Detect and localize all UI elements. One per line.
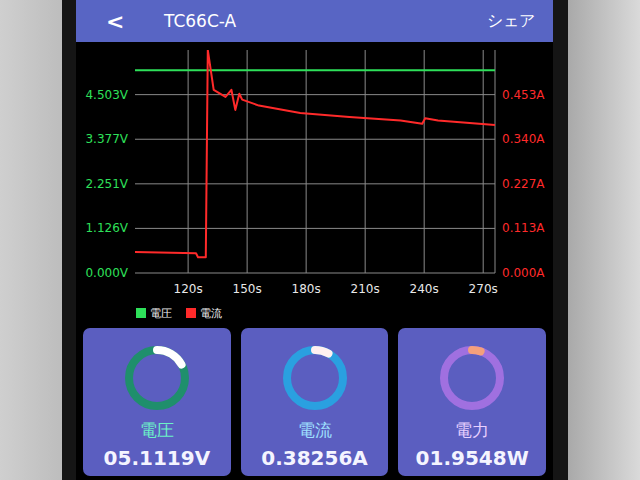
ring-gauge-icon [434, 340, 510, 416]
left-axis-tick: 3.377V [85, 132, 128, 146]
reading-label: 電圧 [140, 420, 174, 440]
grid-line [495, 50, 496, 273]
left-axis-tick: 0.000V [85, 266, 128, 280]
phone-bezel: < TC66C-Aシェア 4.503V 3.377V 2.251V 1.126V 0.000… [62, 0, 568, 480]
legend-label: 電圧 [150, 306, 172, 321]
x-axis-tick: 270s [469, 282, 498, 296]
grid-line [424, 50, 425, 273]
left-axis-tick: 1.126V [85, 221, 128, 235]
reading-value: 0.38256A [261, 446, 368, 470]
chart-legend: 電圧 電流 [76, 300, 553, 326]
grid-line [247, 50, 248, 273]
right-axis-tick: 0.113A [502, 221, 545, 235]
app-header: < TC66C-Aシェア [76, 0, 553, 42]
back-button[interactable]: < [106, 9, 146, 34]
reading-cards: 電圧 05.1119V 電流 0.38256A 電力 01.9548W [76, 326, 553, 480]
x-axis-tick: 120s [174, 282, 203, 296]
reading-value: 01.9548W [416, 446, 529, 470]
right-axis-tick: 0.340A [502, 132, 545, 146]
photo-background: < TC66C-Aシェア 4.503V 3.377V 2.251V 1.126V 0.000… [0, 0, 640, 480]
reading-value: 05.1119V [104, 446, 211, 470]
line-chart: 4.503V 3.377V 2.251V 1.126V 0.000V 0.453A 0.34… [76, 42, 553, 300]
series-line [135, 50, 495, 257]
legend-item: 電圧 [136, 306, 172, 321]
x-axis-tick: 240s [410, 282, 439, 296]
reading-card: 電流 0.38256A [241, 328, 389, 476]
grid-line [306, 50, 307, 273]
reading-card: 電圧 05.1119V [83, 328, 231, 476]
x-axis-tick: 180s [292, 282, 321, 296]
left-axis-tick: 2.251V [85, 177, 128, 191]
app-title: TC66C-A [164, 11, 487, 31]
grid-line [135, 139, 495, 140]
legend-label: 電流 [200, 306, 222, 321]
grid-line [135, 273, 495, 274]
right-axis-tick: 0.453A [502, 88, 545, 102]
grid-line [135, 228, 495, 229]
grid-line [135, 94, 495, 95]
legend-swatch-icon [186, 308, 196, 318]
grid-line [483, 50, 484, 273]
grid-line [365, 50, 366, 273]
reading-card: 電力 01.9548W [398, 328, 546, 476]
left-axis-tick: 4.503V [85, 88, 128, 102]
app-screen: < TC66C-Aシェア 4.503V 3.377V 2.251V 1.126V 0.000… [76, 0, 553, 480]
series-line [135, 69, 495, 71]
x-axis-tick: 150s [233, 282, 262, 296]
desk-right [568, 0, 640, 480]
ring-gauge-icon [119, 340, 195, 416]
grid-line [188, 50, 189, 273]
legend-swatch-icon [136, 308, 146, 318]
share-button[interactable]: シェア [487, 11, 535, 32]
x-axis-tick: 210s [351, 282, 380, 296]
legend-item: 電流 [186, 306, 222, 321]
right-axis-tick: 0.000A [502, 266, 545, 280]
reading-label: 電流 [298, 420, 332, 440]
grid-line [135, 183, 495, 184]
right-axis-tick: 0.227A [502, 177, 545, 191]
desk-left [0, 0, 62, 480]
reading-label: 電力 [455, 420, 489, 440]
ring-gauge-icon [277, 340, 353, 416]
